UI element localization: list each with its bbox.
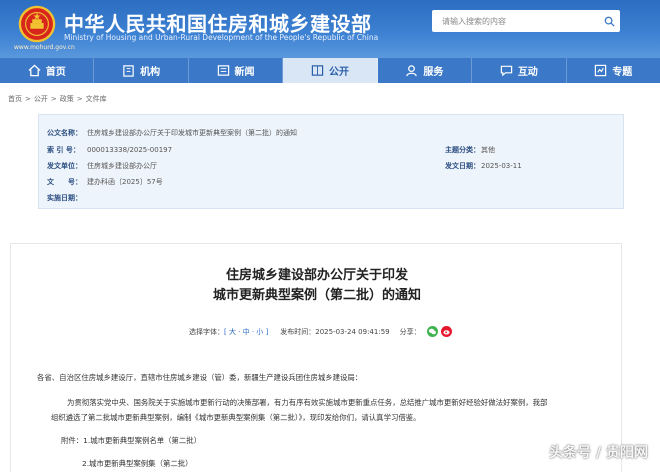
nav-item-news[interactable]: 新闻 — [189, 58, 284, 83]
nav-item-interact[interactable]: 互动 — [472, 58, 567, 83]
article-info-line: 选择字体： [ 大 · 中 · 小 ] 发布时间： 2025-03-24 09:… — [189, 326, 455, 337]
site-url: www.mohurd.gov.cn — [14, 44, 75, 51]
meta-title-label: 公文名称： — [47, 129, 82, 137]
article-card: 住房城乡建设部办公厅关于印发 城市更新典型案例（第二批）的通知 选择字体： [ … — [10, 243, 622, 472]
meta-implement-label: 实施日期： — [47, 194, 82, 202]
meta-row-issuer: 发文单位： 住房城乡建设部办公厅 — [47, 161, 157, 171]
main-nav: 首页 机构 新闻 公开 服务 互动 专题 — [0, 58, 660, 83]
interact-icon — [500, 65, 513, 77]
nav-item-service[interactable]: 服务 — [378, 58, 473, 83]
body-line2: 组织遴选了第二批城市更新典型案例，编制《城市更新典型案例集（第二批）》，现印发给… — [51, 413, 421, 422]
meta-row-index: 索 引 号： 000013338/2025-00197 — [47, 145, 172, 155]
breadcrumb: 首页 > 公开 > 政策 > 文件库 — [8, 95, 107, 103]
font-size-label: 选择字体： — [189, 327, 224, 336]
breadcrumb-public[interactable]: 公开 — [34, 95, 48, 103]
breadcrumb-policy[interactable]: 政策 — [60, 95, 74, 103]
meta-row-title: 公文名称： 住房城乡建设部办公厅关于印发城市更新典型案例（第二批）的通知 — [47, 128, 297, 138]
salutation: 各省、自治区住房城乡建设厅，直辖市住房城乡建设（管）委，新疆生产建设兵团住房城乡… — [37, 373, 363, 382]
site-header: 中华人民共和国住房和城乡建设部 Ministry of Housing and … — [0, 0, 660, 58]
site-title-en: Ministry of Housing and Urban-Rural Deve… — [64, 33, 379, 42]
topic-icon — [595, 64, 607, 77]
document-meta-box: 公文名称： 住房城乡建设部办公厅关于印发城市更新典型案例（第二批）的通知 索 引 … — [38, 114, 624, 209]
nav-label: 专题 — [612, 67, 633, 78]
search-icon — [604, 16, 615, 27]
search-box — [432, 10, 620, 32]
news-icon — [217, 65, 229, 76]
meta-row-implement: 实施日期： — [47, 193, 87, 203]
public-icon — [311, 65, 324, 76]
nav-item-public[interactable]: 公开 — [283, 58, 378, 83]
nav-label: 首页 — [45, 67, 66, 78]
search-button[interactable] — [598, 10, 620, 32]
publish-time: 2025-03-24 09:41:59 — [315, 327, 390, 336]
home-icon — [28, 64, 41, 77]
publish-label: 发布时间： — [280, 327, 316, 336]
attachment-1[interactable]: 附件：1.城市更新典型案例名单（第二批） — [61, 435, 201, 446]
meta-docnum-label: 文 号： — [47, 178, 82, 186]
font-size-options[interactable]: [ 大 · 中 · 小 ] — [224, 327, 268, 337]
search-input[interactable] — [432, 10, 598, 32]
meta-row-date: 发文日期：2025-03-11 — [445, 161, 522, 171]
nav-label: 机构 — [140, 67, 161, 78]
nav-item-home[interactable]: 首页 — [0, 58, 95, 83]
body-line1: 为贯彻落实党中央、国务院关于实施城市更新行动的决策部署，有力有序有效实施城市更新… — [67, 398, 548, 407]
watermark: 头条号 / 贵阳网 — [549, 445, 648, 461]
article-title-line1: 住房城乡建设部办公厅关于印发 — [225, 268, 408, 283]
meta-issuer-label: 发文单位： — [47, 162, 82, 170]
meta-title-value: 住房城乡建设部办公厅关于印发城市更新典型案例（第二批）的通知 — [87, 129, 297, 137]
national-emblem-icon — [18, 5, 56, 43]
nav-label: 服务 — [423, 67, 444, 78]
service-icon — [406, 65, 418, 77]
meta-row-category: 主题分类：其他 — [445, 145, 495, 155]
meta-row-docnum: 文 号： 建办科函〔2025〕57号 — [47, 177, 163, 187]
breadcrumb-home[interactable]: 首页 — [8, 95, 22, 103]
share-label: 分享： — [399, 327, 421, 336]
share-icons — [426, 326, 455, 337]
nav-item-topic[interactable]: 专题 — [567, 58, 660, 83]
weibo-share-icon[interactable] — [440, 326, 452, 337]
meta-category-label: 主题分类： — [445, 146, 480, 154]
meta-category-value: 其他 — [481, 146, 495, 154]
meta-index-label: 索 引 号： — [47, 146, 80, 154]
nav-label: 新闻 — [234, 67, 255, 78]
meta-docnum-value: 建办科函〔2025〕57号 — [87, 178, 163, 186]
nav-label: 公开 — [328, 67, 349, 78]
attachment-2[interactable]: 2.城市更新典型案例集（第二批） — [82, 458, 193, 469]
breadcrumb-library[interactable]: 文件库 — [86, 95, 107, 103]
building-icon — [123, 65, 134, 77]
nav-label: 互动 — [517, 67, 538, 78]
article-title-line2: 城市更新典型案例（第二批）的通知 — [212, 288, 421, 303]
meta-index-value: 000013338/2025-00197 — [87, 146, 173, 154]
meta-date-value: 2025-03-11 — [481, 162, 522, 170]
meta-date-label: 发文日期： — [445, 162, 480, 170]
nav-item-organization[interactable]: 机构 — [94, 58, 189, 83]
wechat-share-icon[interactable] — [426, 326, 438, 337]
meta-issuer-value: 住房城乡建设部办公厅 — [87, 162, 157, 170]
